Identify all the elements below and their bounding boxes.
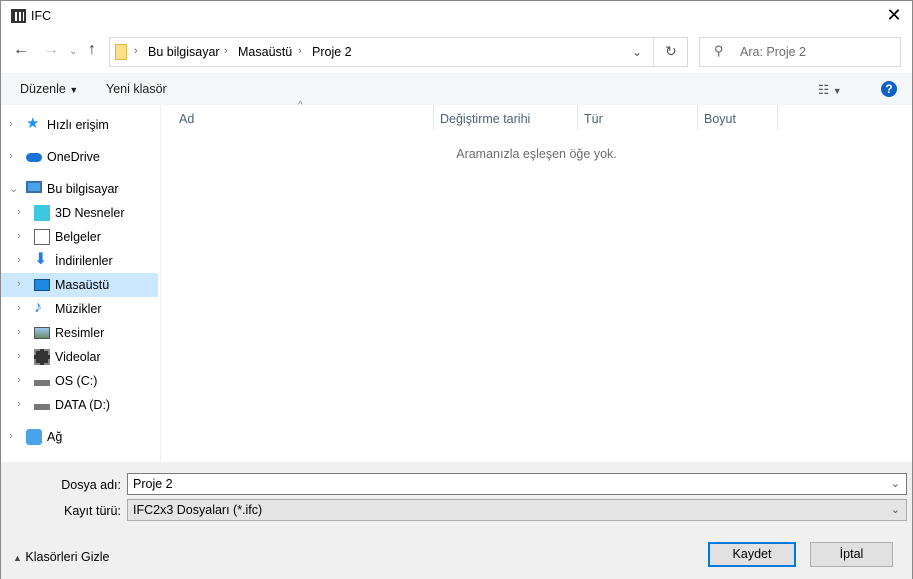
nav-item-label: OneDrive: [47, 150, 100, 164]
chevron-right-icon[interactable]: ›: [9, 430, 13, 442]
cancel-button[interactable]: İptal: [810, 542, 893, 567]
app-icon: [11, 9, 26, 23]
search-input[interactable]: ⚲ Ara: Proje 2: [699, 37, 901, 67]
filename-input[interactable]: Proje 2 ⌄: [127, 473, 907, 495]
column-header-name[interactable]: Ad: [173, 105, 434, 130]
divider: [653, 38, 654, 66]
file-type-value: IFC2x3 Dosyaları (*.ifc): [133, 503, 263, 517]
breadcrumb-item[interactable]: Bu bilgisayar: [148, 45, 220, 59]
title-bar: IFC ✕: [1, 1, 912, 33]
navigation-pane: › ★ Hızlı erişim › OneDrive ⌄ Bu bilgisayar › 3D…: [1, 105, 161, 462]
nav-item-label: Masaüstü: [55, 278, 110, 292]
chevron-down-icon: ⌄: [890, 504, 900, 516]
cube-icon: [34, 205, 50, 221]
file-type-label: Kayıt türü:: [64, 504, 121, 518]
chevron-down-icon[interactable]: ⌄: [891, 477, 900, 490]
nav-item-label: Müzikler: [55, 302, 102, 316]
nav-item[interactable]: › ⬇ İndirilenler: [1, 249, 158, 273]
search-placeholder: Ara: Proje 2: [740, 45, 807, 59]
column-header-type[interactable]: Tür: [578, 105, 698, 130]
desktop-icon: [34, 279, 50, 291]
breadcrumb-item[interactable]: Proje 2: [312, 45, 352, 59]
hide-folders-label: Klasörleri Gizle: [25, 550, 110, 564]
organize-label: Düzenle: [20, 82, 66, 96]
nav-item-label: 3D Nesneler: [55, 206, 125, 220]
folder-icon: [115, 44, 127, 60]
document-icon: [34, 229, 50, 245]
up-icon[interactable]: ↑: [88, 41, 96, 59]
hide-folders-button[interactable]: ▲ Klasörleri Gizle: [13, 550, 109, 564]
nav-item[interactable]: › 3D Nesneler: [1, 201, 158, 225]
nav-item[interactable]: › Resimler: [1, 321, 158, 345]
video-icon: [34, 349, 50, 365]
chevron-right-icon[interactable]: ›: [17, 398, 21, 410]
close-button[interactable]: ✕: [879, 5, 909, 26]
chevron-right-icon[interactable]: ›: [17, 350, 21, 362]
empty-message: Aramanızla eşleşen öğe yok.: [456, 147, 617, 161]
drive-icon: [34, 404, 50, 410]
chevron-right-icon[interactable]: ›: [17, 302, 21, 314]
picture-icon: [34, 327, 50, 339]
nav-item-label: DATA (D:): [55, 398, 111, 412]
forward-icon[interactable]: →: [43, 41, 59, 59]
filename-label: Dosya adı:: [61, 478, 121, 492]
nav-item-label: Belgeler: [55, 230, 101, 244]
filename-value: Proje 2: [133, 477, 173, 491]
nav-item-label: Bu bilgisayar: [47, 182, 119, 196]
nav-item-label: Hızlı erişim: [47, 118, 109, 132]
download-icon: ⬇: [34, 251, 48, 268]
back-icon[interactable]: ←: [13, 41, 29, 59]
chevron-right-icon[interactable]: ›: [17, 230, 21, 242]
network-icon: [26, 429, 42, 445]
chevron-right-icon[interactable]: ›: [17, 254, 21, 266]
star-icon: ★: [26, 115, 40, 132]
nav-item[interactable]: › OS (C:): [1, 369, 158, 393]
nav-item-label: Resimler: [55, 326, 105, 340]
address-dropdown-icon[interactable]: ⌄: [632, 45, 642, 59]
chevron-up-icon: ▲: [13, 553, 22, 563]
organize-button[interactable]: Düzenle ▼: [20, 82, 78, 96]
chevron-right-icon[interactable]: ›: [9, 150, 13, 162]
music-icon: ♪: [34, 299, 42, 316]
chevron-right-icon[interactable]: ›: [17, 278, 21, 290]
chevron-right-icon[interactable]: ›: [17, 326, 21, 338]
search-icon: ⚲: [714, 43, 724, 58]
nav-item[interactable]: › ★ Hızlı erişim: [1, 113, 158, 137]
address-bar[interactable]: › Bu bilgisayar › Masaüstü › Proje 2 ⌄ ↻: [109, 37, 688, 67]
column-header-date[interactable]: Değiştirme tarihi: [434, 105, 578, 130]
nav-item[interactable]: › Belgeler: [1, 225, 158, 249]
recent-chevron-icon[interactable]: ⌄: [69, 46, 77, 57]
refresh-icon[interactable]: ↻: [665, 43, 677, 60]
save-button[interactable]: Kaydet: [708, 542, 796, 567]
column-header-size[interactable]: Boyut: [698, 105, 778, 130]
nav-item[interactable]: › Ağ: [1, 425, 158, 449]
nav-item[interactable]: › DATA (D:): [1, 393, 158, 417]
chevron-right-icon[interactable]: ›: [9, 118, 13, 130]
nav-item-label: İndirilenler: [55, 254, 113, 268]
nav-item-label: Videolar: [55, 350, 101, 364]
nav-item[interactable]: › OneDrive: [1, 145, 158, 169]
file-type-select[interactable]: IFC2x3 Dosyaları (*.ifc) ⌄: [127, 499, 907, 521]
drive-icon: [34, 380, 50, 386]
nav-item[interactable]: ⌄ Bu bilgisayar: [1, 177, 158, 201]
view-options-icon[interactable]: ☷ ▼: [818, 82, 842, 97]
window-title: IFC: [31, 9, 52, 23]
breadcrumb-item[interactable]: Masaüstü: [238, 45, 292, 59]
nav-item-label: Ağ: [47, 430, 63, 444]
help-button[interactable]: ?: [881, 81, 897, 97]
chevron-down-icon[interactable]: ⌄: [9, 182, 18, 195]
chevron-right-icon[interactable]: ›: [17, 206, 21, 218]
nav-item[interactable]: › Videolar: [1, 345, 158, 369]
nav-item[interactable]: › Masaüstü: [1, 273, 158, 297]
computer-icon: [26, 181, 42, 193]
chevron-right-icon[interactable]: ›: [17, 374, 21, 386]
toolbar: Düzenle ▼ Yeni klasör ☷ ▼ ?: [1, 73, 912, 105]
cloud-icon: [26, 153, 42, 162]
nav-item[interactable]: › ♪ Müzikler: [1, 297, 158, 321]
new-folder-button[interactable]: Yeni klasör: [106, 82, 167, 96]
nav-item-label: OS (C:): [55, 374, 98, 388]
